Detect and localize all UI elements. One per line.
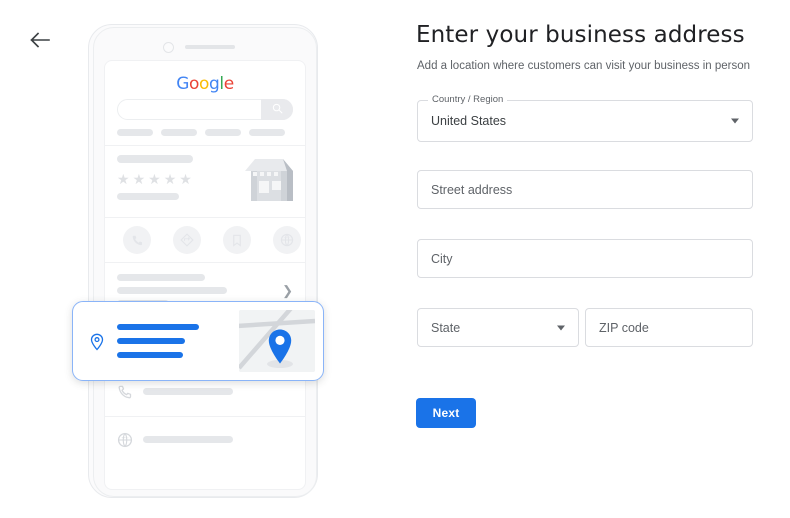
mock-chip	[249, 129, 285, 136]
country-region-select[interactable]: Country / Region United States	[417, 94, 753, 142]
chevron-down-icon	[731, 118, 739, 124]
phone-illustration: Google ★ ★ ★ ★ ★ ❯	[72, 22, 326, 500]
globe-icon	[117, 432, 133, 448]
phone-camera-dot	[163, 42, 174, 53]
map-thumbnail	[239, 310, 315, 372]
arrow-left-icon	[30, 32, 50, 48]
star-icon: ★	[117, 171, 130, 187]
address-line-bar	[117, 324, 199, 330]
google-logo-letter: o	[188, 74, 199, 94]
address-line-bar	[117, 352, 183, 358]
street-address-input[interactable]: Street address	[417, 170, 753, 209]
state-select[interactable]: State	[417, 308, 579, 347]
mock-text-bar	[143, 436, 233, 443]
location-pin-outline-icon	[89, 333, 105, 351]
page-root: Google ★ ★ ★ ★ ★ ❯ Enter your business a…	[0, 0, 790, 518]
chevron-right-icon: ❯	[282, 283, 293, 298]
address-line-bar	[117, 338, 185, 344]
directions-icon	[173, 226, 201, 254]
country-region-legend: Country / Region	[428, 94, 508, 105]
google-logo-letter: G	[176, 74, 189, 94]
back-button[interactable]	[26, 26, 54, 54]
zip-code-placeholder: ZIP code	[599, 320, 649, 335]
page-title: Enter your business address	[416, 22, 745, 48]
page-subtitle: Add a location where customers can visit…	[417, 60, 751, 72]
star-icon: ★	[163, 171, 177, 187]
city-input[interactable]: City	[417, 239, 753, 278]
mock-list-row	[105, 416, 305, 464]
chevron-down-icon	[557, 325, 565, 330]
state-placeholder: State	[431, 320, 461, 335]
mock-chip	[205, 129, 241, 136]
google-logo-letter: o	[198, 74, 209, 94]
zip-code-input[interactable]: ZIP code	[585, 308, 753, 347]
star-icon: ★	[132, 171, 146, 187]
star-icon: ★	[148, 171, 161, 187]
phone-icon	[117, 384, 133, 400]
google-logo-letter: e	[223, 74, 234, 94]
rating-stars: ★ ★ ★ ★ ★	[117, 172, 192, 186]
mock-search-bar	[117, 99, 293, 120]
star-icon: ★	[179, 171, 192, 187]
city-placeholder: City	[431, 251, 453, 266]
mock-chip	[117, 129, 153, 136]
mock-action-row	[105, 218, 305, 262]
divider	[105, 145, 305, 146]
google-logo: Google	[105, 74, 305, 94]
mock-text-bar	[117, 287, 227, 294]
search-button	[261, 99, 293, 120]
mock-chip-row	[117, 129, 297, 136]
address-text-lines	[117, 324, 199, 366]
country-region-value: United States	[431, 114, 507, 128]
globe-icon	[273, 226, 301, 254]
bookmark-icon	[223, 226, 251, 254]
search-icon	[272, 101, 283, 119]
storefront-icon	[243, 157, 295, 203]
mock-subtitle-bar	[117, 193, 179, 200]
phone-speaker-bar	[185, 45, 235, 49]
street-address-placeholder: Street address	[431, 182, 513, 197]
highlighted-address-card[interactable]	[72, 301, 324, 381]
mock-text-bar	[117, 274, 205, 281]
mock-chip	[161, 129, 197, 136]
google-logo-letter: g	[209, 74, 220, 94]
mock-text-bar	[143, 388, 233, 395]
phone-screen: Google ★ ★ ★ ★ ★ ❯	[104, 60, 306, 490]
mock-business-card: ★ ★ ★ ★ ★	[105, 147, 305, 217]
address-form-panel: Enter your business address Add a locati…	[416, 0, 756, 518]
next-button[interactable]: Next	[416, 398, 476, 428]
mock-title-bar	[117, 155, 193, 163]
phone-icon	[123, 226, 151, 254]
